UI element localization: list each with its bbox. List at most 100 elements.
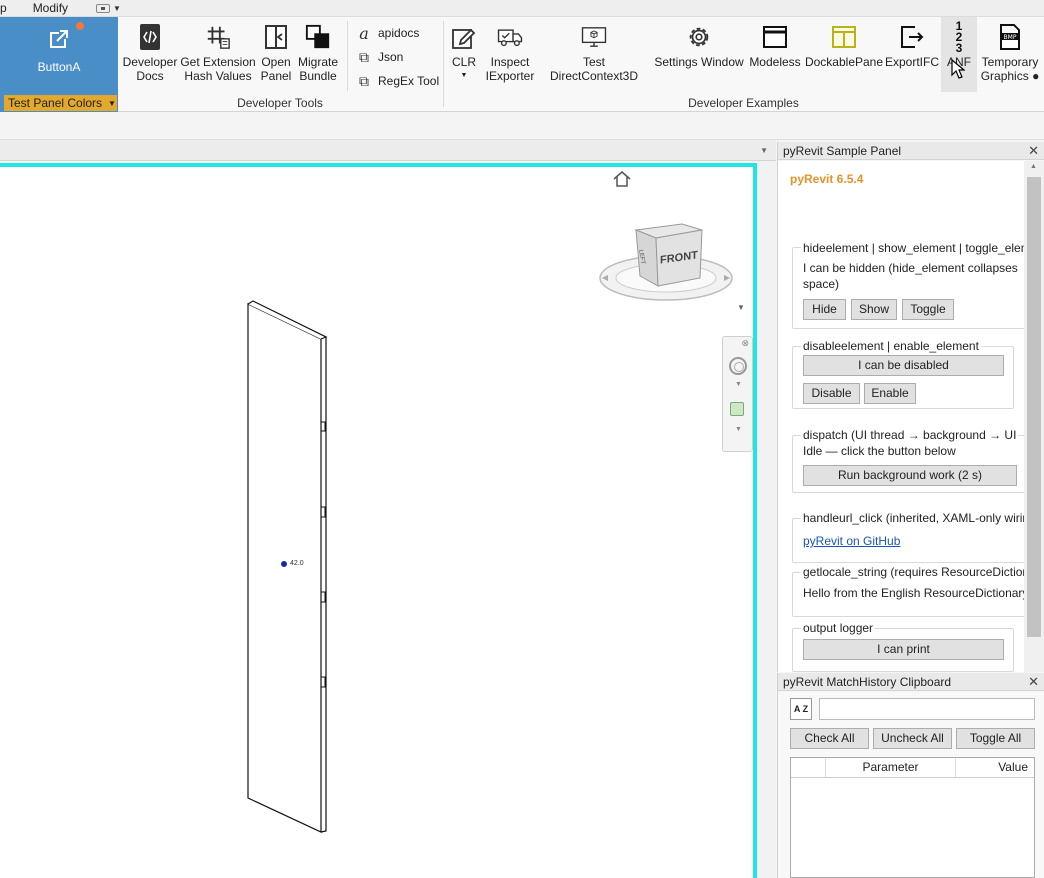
- get-extension-hash-button[interactable]: Get Extension Hash Values: [180, 17, 256, 97]
- anf-button[interactable]: 1 2 3 ANF: [941, 17, 977, 92]
- close-icon[interactable]: ✕: [1028, 673, 1039, 691]
- parameter-column-header[interactable]: Parameter: [826, 758, 956, 777]
- table-header: Parameter Value: [791, 758, 1034, 778]
- parameter-table[interactable]: Parameter Value: [790, 757, 1035, 878]
- dimension-point[interactable]: [281, 561, 287, 567]
- github-link[interactable]: pyRevit on GitHub: [803, 534, 900, 548]
- export-icon: [899, 23, 925, 51]
- getlocale-group: getlocale_string (requires ResourceDicti…: [792, 565, 1025, 617]
- menu-item-partial[interactable]: p: [0, 1, 13, 15]
- settings-window-button[interactable]: Settings Window: [652, 17, 746, 97]
- view-gutter: [757, 161, 776, 878]
- migrate-bundle-button[interactable]: Migrate Bundle: [296, 17, 340, 97]
- zoom-icon[interactable]: [730, 402, 744, 416]
- test-directcontext3d-button[interactable]: Test DirectContext3D: [538, 17, 650, 97]
- numbers-icon: 1 2 3: [955, 18, 963, 55]
- print-button[interactable]: I can print: [803, 639, 1004, 660]
- external-link-icon: [50, 30, 68, 48]
- developer-examples-group-label: Developer Examples: [688, 96, 799, 110]
- json-button[interactable]: ⧉ Json: [356, 46, 403, 68]
- hideable-text-2: space): [803, 277, 840, 291]
- button-a-panel[interactable]: ButtonA Test Panel Colors ▼: [0, 17, 118, 112]
- panel-icon: [263, 23, 289, 51]
- navigation-bar[interactable]: ⊗ ▼ ▼: [722, 336, 753, 452]
- group-title: disableelement | enable_element: [801, 339, 981, 353]
- output-logger-group: output logger I can print: [792, 621, 1014, 672]
- status-dot: ●: [1032, 69, 1040, 83]
- home-icon[interactable]: [612, 170, 632, 188]
- developer-docs-button[interactable]: Developer Docs: [122, 17, 178, 97]
- locale-text: Hello from the English ResourceDictionar…: [803, 586, 1025, 600]
- chevron-down-icon[interactable]: ▼: [737, 303, 745, 312]
- toggle-all-button[interactable]: Toggle All: [956, 728, 1035, 749]
- group-title: handleurl_click (inherited, XAML-only wi…: [801, 511, 1025, 525]
- chevron-down-icon[interactable]: ▼: [110, 4, 127, 13]
- group-title: output logger: [801, 621, 876, 635]
- docs-icon: [137, 23, 163, 51]
- dispatch-status: Idle — click the button below: [803, 444, 956, 458]
- chevron-down-icon: ▼: [460, 72, 468, 79]
- hide-element-group: hideelement | show_element | toggle_elem…: [792, 241, 1025, 329]
- group-separator: [443, 21, 444, 107]
- enable-button[interactable]: Enable: [864, 383, 916, 404]
- view-tab-strip: ▼: [0, 140, 776, 161]
- close-icon[interactable]: ⊗: [741, 338, 749, 349]
- notification-dot: [76, 22, 84, 30]
- regex-tool-button[interactable]: ⧉ RegEx Tool: [356, 70, 439, 92]
- scrollbar-thumb[interactable]: [1027, 177, 1041, 637]
- truck-icon: [497, 23, 523, 51]
- run-background-button[interactable]: Run background work (2 s): [803, 465, 1017, 486]
- disableable-button[interactable]: I can be disabled: [803, 355, 1004, 376]
- view-cube[interactable]: FRONT LEFT: [596, 218, 736, 318]
- chevron-down-icon[interactable]: ▼: [735, 426, 742, 433]
- disable-button[interactable]: Disable: [803, 383, 860, 404]
- pyrevit-sample-panel: pyRevit Sample Panel ✕ pyRevit 6.5.4 hid…: [777, 142, 1044, 672]
- pencil-icon: [451, 23, 477, 51]
- handleurl-group: handleurl_click (inherited, XAML-only wi…: [792, 511, 1025, 563]
- check-all-button[interactable]: Check All: [790, 728, 869, 749]
- show-button[interactable]: Show: [851, 299, 897, 320]
- window-icon: [762, 23, 788, 51]
- match-history-panel: pyRevit MatchHistory Clipboard ✕ A Z Che…: [777, 673, 1044, 878]
- uncheck-all-button[interactable]: Uncheck All: [873, 728, 952, 749]
- button-a-label[interactable]: ButtonA: [0, 60, 118, 74]
- hide-button[interactable]: Hide: [803, 299, 846, 320]
- options-bar: [0, 112, 1044, 140]
- bmp-file-icon: BMP: [997, 23, 1023, 51]
- close-icon[interactable]: ✕: [1028, 142, 1039, 160]
- chevron-down-icon: ▼: [108, 98, 116, 108]
- chevron-up-icon[interactable]: ▲: [1030, 163, 1037, 170]
- modeless-button[interactable]: Modeless: [748, 17, 802, 97]
- menu-bar: p Modify ▼: [0, 0, 1044, 17]
- panel-title-bar: pyRevit Sample Panel ✕: [778, 142, 1044, 160]
- panel-scrollbar[interactable]: ▲: [1024, 161, 1044, 672]
- disable-element-group: disableelement | enable_element I can be…: [792, 339, 1014, 409]
- panel-title-bar: pyRevit MatchHistory Clipboard ✕: [778, 673, 1044, 691]
- clr-button[interactable]: CLR ▼: [447, 17, 481, 97]
- inspect-iexporter-button[interactable]: Inspect IExporter: [484, 17, 536, 97]
- steering-wheel-icon[interactable]: [729, 357, 747, 375]
- temporary-graphics-button[interactable]: BMP Temporary Graphics ●: [978, 17, 1042, 97]
- panel-title: pyRevit MatchHistory Clipboard: [783, 675, 952, 689]
- dockable-pane-button[interactable]: DockablePane: [804, 17, 884, 97]
- mouse-cursor-icon: [951, 59, 965, 79]
- group-separator: [347, 21, 348, 91]
- menu-item-modify[interactable]: Modify: [13, 1, 74, 15]
- value-column-header[interactable]: Value: [956, 758, 1034, 777]
- toggle-button[interactable]: Toggle: [902, 299, 954, 320]
- test-panel-colors-label: Test Panel Colors: [8, 96, 103, 110]
- monitor-cube-icon: [581, 23, 607, 51]
- chevron-down-icon[interactable]: ▼: [760, 146, 768, 155]
- sort-filter-icon[interactable]: A Z: [790, 698, 812, 720]
- export-ifc-button[interactable]: ExportIFC: [884, 17, 940, 97]
- quick-access-icon[interactable]: [96, 3, 111, 13]
- open-panel-button[interactable]: Open Panel: [258, 17, 294, 97]
- chevron-down-icon[interactable]: ▼: [735, 381, 742, 388]
- developer-tools-group-label: Developer Tools: [237, 96, 323, 110]
- svg-text:BMP: BMP: [1004, 34, 1017, 41]
- apidocs-button[interactable]: a apidocs: [356, 22, 419, 44]
- test-panel-colors-dropdown[interactable]: Test Panel Colors ▼: [4, 95, 117, 111]
- external-link-icon: ⧉: [359, 72, 369, 89]
- dockable-pane-icon: [831, 23, 857, 51]
- search-input[interactable]: [819, 698, 1035, 720]
